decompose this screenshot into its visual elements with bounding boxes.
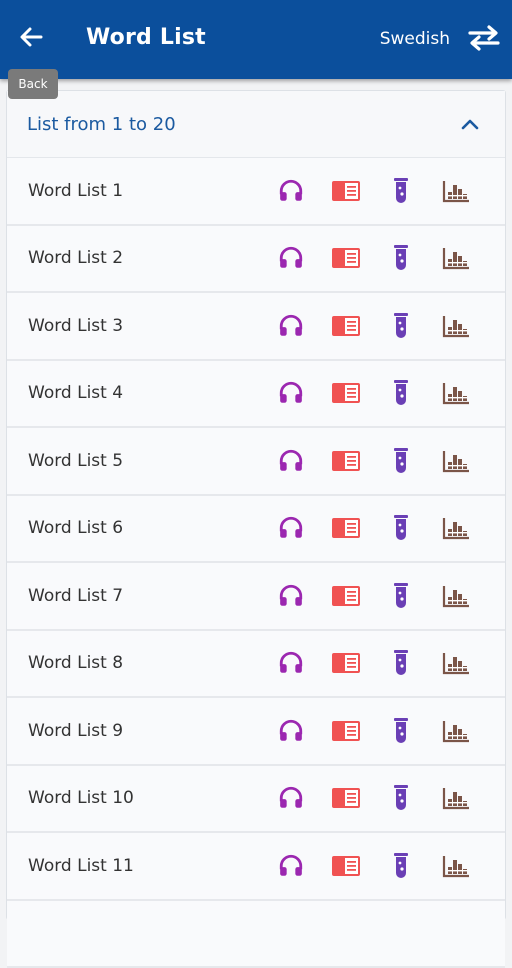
list-item-label: Word List 3 — [28, 316, 123, 336]
list-item[interactable]: Word List 9 — [7, 698, 505, 766]
bar-chart-icon[interactable] — [442, 179, 470, 203]
section-header[interactable]: List from 1 to 20 — [7, 91, 505, 158]
bar-chart-icon[interactable] — [442, 516, 470, 540]
list-item-label: Word List 8 — [28, 653, 123, 673]
bar-chart-icon[interactable] — [442, 854, 470, 878]
test-tube-icon[interactable] — [393, 784, 409, 812]
book-icon[interactable] — [331, 314, 361, 338]
list-item-label: Word List 5 — [28, 451, 123, 471]
arrow-left-icon — [19, 26, 43, 52]
test-tube-icon[interactable] — [393, 244, 409, 272]
headphones-icon[interactable] — [278, 245, 304, 271]
list-item-label: Word List 2 — [28, 248, 123, 268]
bar-chart-icon[interactable] — [442, 651, 470, 675]
app-bar: Word List Swedish — [0, 0, 512, 79]
list-item-label: Word List 11 — [28, 856, 134, 876]
book-icon[interactable] — [331, 651, 361, 675]
bar-chart-icon[interactable] — [442, 584, 470, 608]
book-icon[interactable] — [331, 449, 361, 473]
book-icon[interactable] — [331, 381, 361, 405]
book-icon[interactable] — [331, 584, 361, 608]
headphones-icon[interactable] — [278, 583, 304, 609]
headphones-icon[interactable] — [278, 650, 304, 676]
headphones-icon[interactable] — [278, 853, 304, 879]
test-tube-icon[interactable] — [393, 649, 409, 677]
list-item[interactable]: Word List 3 — [7, 293, 505, 361]
book-icon[interactable] — [331, 246, 361, 270]
back-button[interactable] — [10, 16, 52, 62]
test-tube-icon[interactable] — [393, 852, 409, 880]
test-tube-icon[interactable] — [393, 379, 409, 407]
book-icon[interactable] — [331, 854, 361, 878]
list-item-label: Word List 10 — [28, 788, 134, 808]
list-item[interactable]: Word List 11 — [7, 833, 505, 901]
book-icon[interactable] — [331, 179, 361, 203]
word-list-panel: List from 1 to 20 Word List 1 Word List 2… — [6, 90, 506, 920]
headphones-icon[interactable] — [278, 515, 304, 541]
list-item-label: Word List 6 — [28, 518, 123, 538]
list-item-label: Word List 7 — [28, 586, 123, 606]
language-label[interactable]: Swedish — [380, 29, 450, 49]
list-item[interactable]: Word List 8 — [7, 631, 505, 699]
back-tooltip: Back — [8, 69, 58, 99]
list-item-label: Word List 4 — [28, 383, 123, 403]
test-tube-icon[interactable] — [393, 514, 409, 542]
list-item[interactable]: Word List 10 — [7, 766, 505, 834]
section-title: List from 1 to 20 — [27, 114, 176, 135]
list-item[interactable]: Word List 2 — [7, 226, 505, 294]
test-tube-icon[interactable] — [393, 312, 409, 340]
bar-chart-icon[interactable] — [442, 786, 470, 810]
bar-chart-icon[interactable] — [442, 381, 470, 405]
headphones-icon[interactable] — [278, 313, 304, 339]
headphones-icon[interactable] — [278, 718, 304, 744]
list-item[interactable]: Word List 4 — [7, 361, 505, 429]
headphones-icon[interactable] — [278, 380, 304, 406]
list-item[interactable]: Word List 1 — [7, 158, 505, 226]
headphones-icon[interactable] — [278, 178, 304, 204]
test-tube-icon[interactable] — [393, 582, 409, 610]
list-item-label: Word List 9 — [28, 721, 123, 741]
swap-arrows-icon — [468, 25, 500, 55]
test-tube-icon[interactable] — [393, 177, 409, 205]
list-item-label: Word List 1 — [28, 181, 123, 201]
chevron-up-icon[interactable] — [459, 115, 481, 133]
bar-chart-icon[interactable] — [442, 449, 470, 473]
page-title: Word List — [86, 25, 206, 50]
swap-language-button[interactable] — [466, 23, 502, 57]
book-icon[interactable] — [331, 516, 361, 540]
bar-chart-icon[interactable] — [442, 246, 470, 270]
headphones-icon[interactable] — [278, 785, 304, 811]
bar-chart-icon[interactable] — [442, 719, 470, 743]
word-list-rows: Word List 1 Word List 2 Word List 3 Word Li… — [7, 158, 505, 968]
test-tube-icon[interactable] — [393, 717, 409, 745]
headphones-icon[interactable] — [278, 448, 304, 474]
list-item[interactable]: Word List 7 — [7, 563, 505, 631]
list-item[interactable] — [7, 901, 505, 968]
book-icon[interactable] — [331, 719, 361, 743]
test-tube-icon[interactable] — [393, 447, 409, 475]
list-item[interactable]: Word List 6 — [7, 496, 505, 564]
list-item[interactable]: Word List 5 — [7, 428, 505, 496]
book-icon[interactable] — [331, 786, 361, 810]
bar-chart-icon[interactable] — [442, 314, 470, 338]
